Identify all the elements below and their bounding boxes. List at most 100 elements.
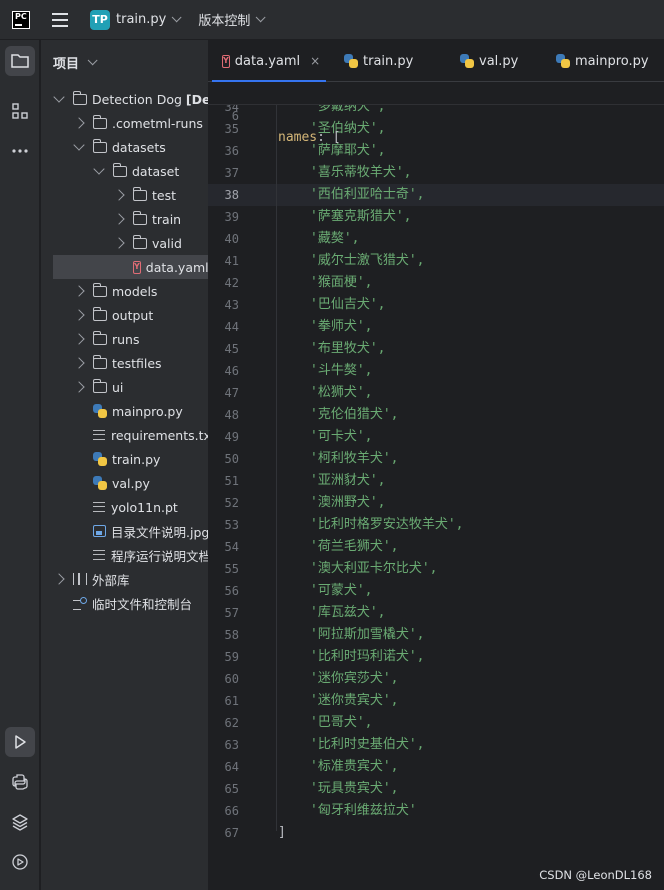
tab-label: train.py bbox=[363, 53, 414, 69]
more-tools-button[interactable] bbox=[5, 136, 35, 166]
text-file-icon bbox=[93, 430, 105, 440]
chevron-right-icon[interactable] bbox=[53, 573, 65, 585]
yaml-string: '喜乐蒂牧羊犬', bbox=[310, 165, 412, 180]
yaml-string: '可蒙犬', bbox=[310, 583, 373, 598]
line-number: 66 bbox=[224, 804, 239, 818]
tree-item[interactable]: Detection Dog[Det bbox=[41, 87, 208, 111]
run-tool-button[interactable] bbox=[5, 727, 35, 757]
chevron-down-icon[interactable] bbox=[73, 139, 85, 151]
tree-item[interactable]: Ydata.yaml bbox=[53, 255, 208, 279]
python-console-icon bbox=[12, 774, 28, 790]
chevron-right-icon[interactable] bbox=[73, 333, 85, 345]
line-number: 42 bbox=[224, 276, 239, 290]
services-tool-button[interactable] bbox=[5, 847, 35, 877]
line-number: 59 bbox=[224, 650, 239, 664]
chevron-right-icon[interactable] bbox=[73, 309, 85, 321]
vcs-menu[interactable]: 版本控制 bbox=[198, 10, 266, 29]
tree-item-label: train.py bbox=[112, 451, 161, 467]
tree-item[interactable]: datasets bbox=[41, 135, 166, 159]
tree-item[interactable]: train.py bbox=[41, 447, 160, 471]
chevron-down-icon[interactable] bbox=[93, 163, 105, 175]
tree-item-label: test bbox=[152, 187, 177, 203]
folder-icon bbox=[92, 378, 107, 393]
tree-item[interactable]: 临时文件和控制台 bbox=[41, 591, 192, 615]
tab-mainpro-py[interactable]: mainpro.py bbox=[536, 40, 664, 82]
yaml-string: '松狮犬', bbox=[310, 385, 373, 400]
python-icon bbox=[344, 54, 358, 68]
chevron-right-icon[interactable] bbox=[113, 213, 125, 225]
close-icon[interactable]: × bbox=[310, 54, 320, 68]
line-number: 62 bbox=[224, 716, 239, 730]
chevron-right-icon[interactable] bbox=[113, 189, 125, 201]
chevron-down-icon bbox=[172, 12, 182, 23]
yaml-string: '迷你宾莎犬', bbox=[310, 671, 399, 686]
tree-item[interactable]: dataset bbox=[41, 159, 179, 183]
line-number: 64 bbox=[224, 760, 239, 774]
tree-item[interactable]: 外部库 bbox=[41, 567, 130, 591]
tree-item[interactable]: val.py bbox=[41, 471, 150, 495]
folder-icon bbox=[92, 330, 107, 345]
chevron-right-icon[interactable] bbox=[73, 381, 85, 393]
tree-item[interactable]: yolo11n.pt bbox=[41, 495, 178, 519]
yaml-key: names bbox=[278, 130, 318, 145]
text-file-icon bbox=[93, 502, 105, 512]
chevron-right-icon[interactable] bbox=[73, 117, 85, 129]
yaml-punctuation: : [ bbox=[317, 130, 341, 145]
tab-val-py[interactable]: val.py bbox=[436, 40, 536, 82]
line-number: 67 bbox=[224, 826, 239, 840]
yaml-string: '萨塞克斯猎犬', bbox=[310, 209, 412, 224]
yaml-string: '亚洲豺犬', bbox=[310, 473, 386, 488]
tree-item-label: models bbox=[112, 283, 158, 299]
chevron-down-icon[interactable] bbox=[53, 91, 65, 103]
tree-item-label: 临时文件和控制台 bbox=[92, 596, 193, 612]
line-number: 55 bbox=[224, 562, 239, 576]
tree-item[interactable]: valid bbox=[41, 231, 182, 255]
yaml-string: '柯利牧羊犬', bbox=[310, 451, 399, 466]
tree-item[interactable]: .cometml-runs bbox=[41, 111, 203, 135]
tree-item-label: .cometml-runs bbox=[112, 115, 203, 131]
sticky-header-line[interactable]: 6 names: [ bbox=[208, 83, 664, 145]
tree-item[interactable]: runs bbox=[41, 327, 140, 351]
chevron-right-icon[interactable] bbox=[73, 285, 85, 297]
python-console-button[interactable] bbox=[5, 767, 35, 797]
tree-item[interactable]: ui bbox=[41, 375, 123, 399]
tab-label: val.py bbox=[479, 53, 519, 69]
project-badge: TP bbox=[90, 9, 110, 30]
yaml-string: '巴仙吉犬', bbox=[310, 297, 386, 312]
python-icon bbox=[460, 54, 474, 68]
python-icon bbox=[93, 404, 107, 418]
line-number: 41 bbox=[224, 254, 239, 268]
folder-icon bbox=[92, 138, 107, 153]
tree-item[interactable]: 目录文件说明.jpg bbox=[41, 519, 208, 543]
line-number: 65 bbox=[224, 782, 239, 796]
structure-icon bbox=[12, 103, 28, 119]
folder-icon bbox=[92, 282, 107, 297]
yaml-string: '可卡犬', bbox=[310, 429, 373, 444]
chevron-right-icon[interactable] bbox=[113, 237, 125, 249]
tab-data-yaml[interactable]: Y data.yaml × bbox=[208, 40, 330, 82]
tree-item[interactable]: train bbox=[41, 207, 181, 231]
tree-item[interactable]: 程序运行说明文档 bbox=[41, 543, 208, 567]
project-panel-header[interactable]: 项目 bbox=[41, 40, 208, 84]
project-tool-button[interactable] bbox=[5, 46, 35, 76]
chevron-right-icon[interactable] bbox=[73, 357, 85, 369]
tab-label: data.yaml bbox=[234, 53, 301, 69]
tree-item-label: train bbox=[152, 211, 182, 227]
code-editor[interactable]: 6 names: [ 34'多戴纳犬',35'圣伯纳犬',36'萨摩耶犬',37… bbox=[208, 83, 664, 890]
python-packages-button[interactable] bbox=[5, 807, 35, 837]
project-switcher[interactable]: TP train.py bbox=[90, 9, 182, 30]
tree-item-label: dataset bbox=[132, 163, 180, 179]
image-file-icon bbox=[93, 525, 106, 537]
pycharm-logo-icon[interactable]: PC bbox=[12, 10, 30, 29]
tree-item[interactable]: testfiles bbox=[41, 351, 162, 375]
tree-item[interactable]: models bbox=[41, 279, 157, 303]
tree-item[interactable]: mainpro.py bbox=[41, 399, 183, 423]
tree-item[interactable]: output bbox=[41, 303, 153, 327]
tree-item-label: valid bbox=[152, 235, 182, 251]
main-menu-icon[interactable] bbox=[52, 12, 68, 27]
tree-item[interactable]: test bbox=[41, 183, 176, 207]
tab-train-py[interactable]: train.py bbox=[330, 40, 436, 82]
structure-tool-button[interactable] bbox=[5, 96, 35, 126]
tree-item[interactable]: requirements.txt bbox=[41, 423, 208, 447]
folder-icon bbox=[132, 234, 147, 249]
